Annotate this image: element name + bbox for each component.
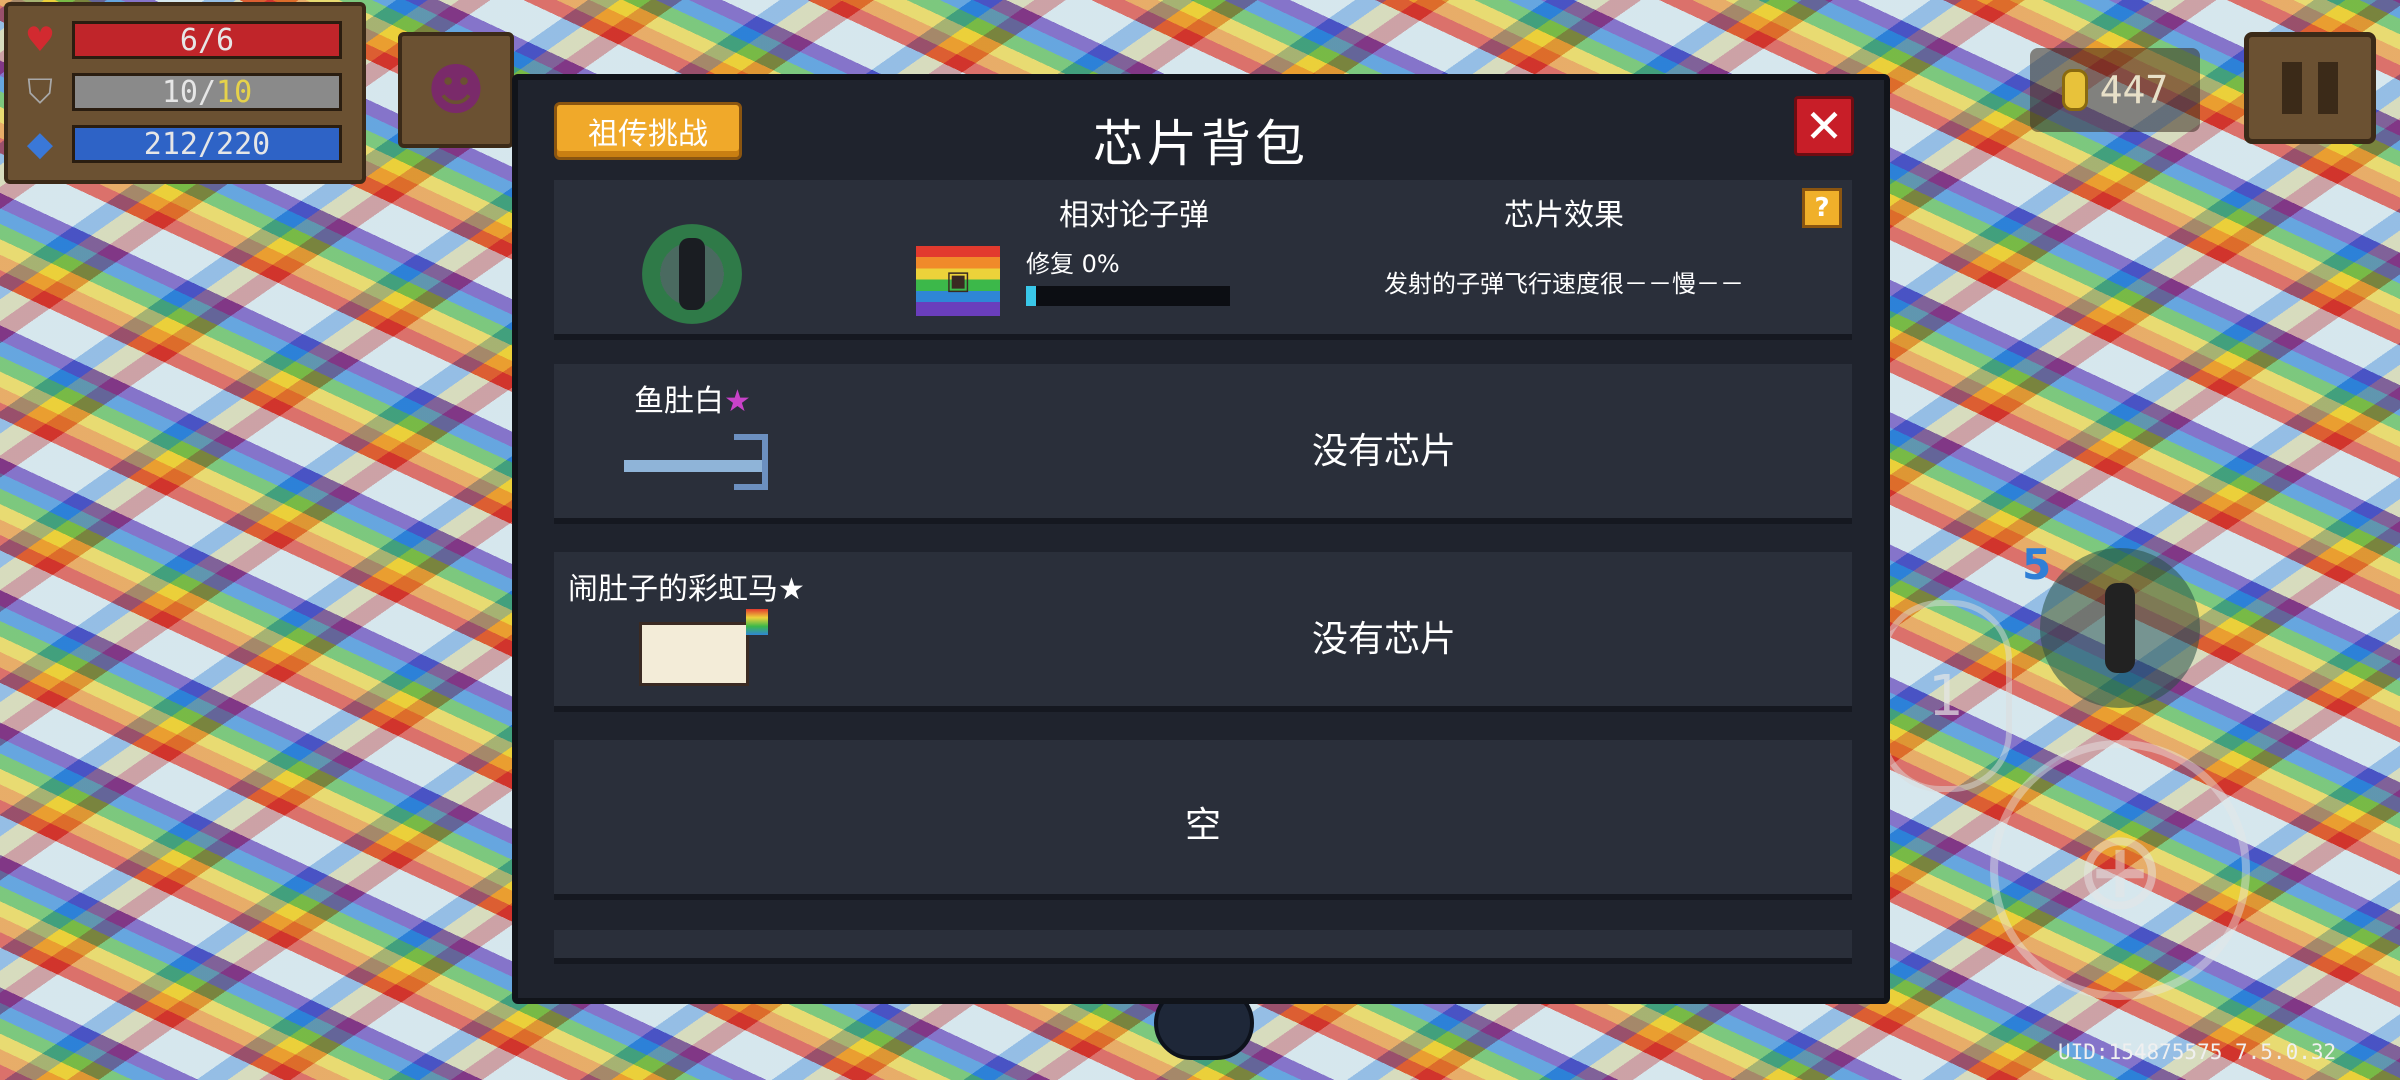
shield-icon: ⛉ (27, 72, 53, 112)
empty-slot-label: 空 (1184, 805, 1221, 846)
chip-backpack-panel: 祖传挑战 芯片背包 ✕ 相对论子弹 ▣ 修复 0% 芯片效果 ? 发射的子弹飞行… (512, 74, 1890, 1004)
unicorn-pet-icon (624, 609, 768, 694)
attack-button[interactable]: ⊕ (1990, 740, 2250, 1000)
coin-count: 447 (2099, 68, 2169, 112)
heart-icon: ♥ (24, 20, 56, 60)
armor-max: 10 (216, 74, 253, 110)
weapon-barrel (679, 238, 705, 310)
rainbow-chip-icon: ▣ (916, 246, 1000, 316)
armor-current: 10/ (161, 74, 217, 110)
pet-slot-1[interactable]: 鱼肚白★ 没有芯片 (554, 364, 1852, 524)
trident-pet-icon (624, 426, 768, 506)
no-chip-text: 没有芯片 (1311, 619, 1456, 660)
diamond-icon: ◆ (26, 124, 54, 164)
repair-label: 修复 0% (1026, 250, 1120, 278)
pet-name: 闹肚子的彩虹马★ (568, 564, 805, 608)
player-stats-panel: ♥ 6/6 ⛉ 10/10 ◆ 212/220 (4, 2, 366, 184)
pet-name-text: 闹肚子的彩虹马 (568, 572, 778, 607)
star-icon: ★ (724, 384, 751, 419)
question-icon: ? (1814, 193, 1830, 223)
pet-name: 鱼肚白★ (634, 376, 751, 420)
character-avatar-icon: ☻ (426, 57, 486, 123)
hp-bar: 6/6 (72, 21, 342, 59)
close-button[interactable]: ✕ (1794, 96, 1854, 156)
character-portrait[interactable]: ☻ (398, 32, 514, 148)
chip-name: 相对论子弹 (1059, 198, 1209, 233)
chip-effect-title: 芯片效果 (1504, 198, 1624, 233)
chip-face-icon: ▣ (945, 266, 971, 296)
pet-name-text: 鱼肚白 (634, 384, 724, 419)
unicorn-icon (639, 609, 768, 686)
trident-icon (624, 434, 768, 490)
weapon-count: 5 (2022, 540, 2052, 589)
crosshair-icon: ⊕ (2073, 806, 2167, 934)
help-button[interactable]: ? (1802, 188, 1842, 228)
energy-bar: 212/220 (72, 125, 342, 163)
energy-row: ◆ 212/220 (18, 118, 352, 170)
armor-bar: 10/10 (72, 73, 342, 111)
chip-slot-weapon[interactable]: 相对论子弹 ▣ 修复 0% 芯片效果 ? 发射的子弹飞行速度很－－慢－－ (554, 180, 1852, 340)
partial-slot (554, 930, 1852, 964)
close-icon: ✕ (1804, 99, 1844, 153)
no-chip-text: 没有芯片 (1311, 431, 1456, 472)
weapon-icon (2105, 583, 2135, 673)
hp-row: ♥ 6/6 (18, 14, 352, 66)
repair-progress-fill (1026, 286, 1037, 306)
armor-row: ⛉ 10/10 (18, 66, 352, 118)
skill-button[interactable]: 1 (1880, 600, 2012, 792)
coin-icon (2061, 69, 2088, 111)
chip-effect-text: 发射的子弹飞行速度很－－慢－－ (1384, 270, 1744, 298)
star-icon: ★ (778, 572, 805, 607)
uid-label: UID:154875575 7.5.0.32 (2058, 1040, 2337, 1064)
empty-slot[interactable]: 空 (554, 740, 1852, 900)
weapon-switch-button[interactable] (2040, 548, 2200, 708)
pause-icon-bar (2318, 62, 2338, 114)
pet-slot-2[interactable]: 闹肚子的彩虹马★ 没有芯片 (554, 552, 1852, 712)
weapon-icon (642, 224, 742, 324)
skill-label: 1 (1928, 663, 1964, 729)
coin-counter: 447 (2030, 48, 2200, 132)
pause-button[interactable] (2244, 32, 2376, 144)
panel-title: 芯片背包 (1093, 115, 1309, 173)
pause-icon (2282, 62, 2302, 114)
repair-progress-bar (1026, 286, 1230, 306)
